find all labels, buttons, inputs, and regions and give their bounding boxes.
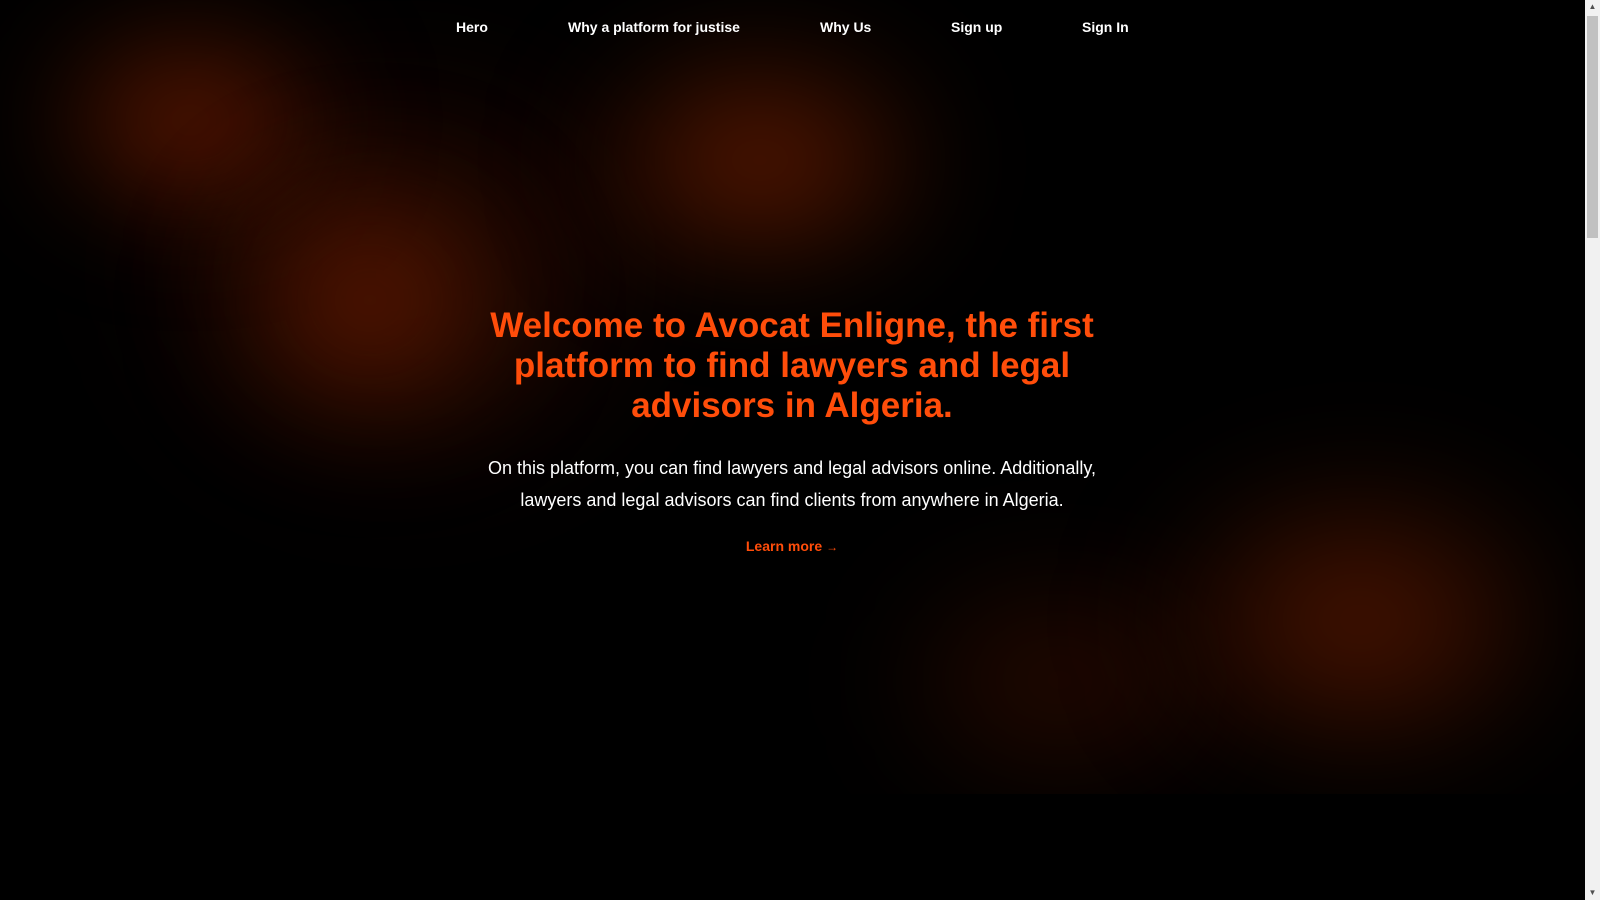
nav-link-sign-up[interactable]: Sign up (951, 19, 1002, 35)
vertical-scrollbar[interactable]: ▲ ▼ (1585, 0, 1600, 900)
background-glow (880, 560, 1240, 794)
scroll-down-arrow-icon[interactable]: ▼ (1585, 886, 1600, 900)
background-glow (1150, 470, 1570, 770)
hero-description: On this platform, you can find lawyers a… (488, 458, 1096, 510)
nav-link-hero[interactable]: Hero (456, 19, 488, 35)
right-arrow-icon: → (826, 540, 839, 554)
background-glow (580, 40, 940, 280)
nav-link-sign-in[interactable]: Sign In (1082, 19, 1129, 35)
scrollbar-thumb[interactable] (1587, 16, 1598, 238)
hero-content: Welcome to Avocat Enligne, the first pla… (472, 306, 1112, 556)
learn-more-link[interactable]: Learn more → (746, 538, 838, 554)
nav-link-why-us[interactable]: Why Us (820, 19, 871, 35)
hero-headline: Welcome to Avocat Enligne, the first pla… (490, 306, 1094, 425)
nav-link-why-platform[interactable]: Why a platform for justise (568, 19, 740, 35)
main-nav: Hero Why a platform for justise Why Us S… (0, 0, 1585, 56)
learn-more-label: Learn more (745, 538, 823, 554)
scroll-up-arrow-icon[interactable]: ▲ (1585, 0, 1600, 14)
page-viewport: Hero Why a platform for justise Why Us S… (0, 0, 1600, 900)
